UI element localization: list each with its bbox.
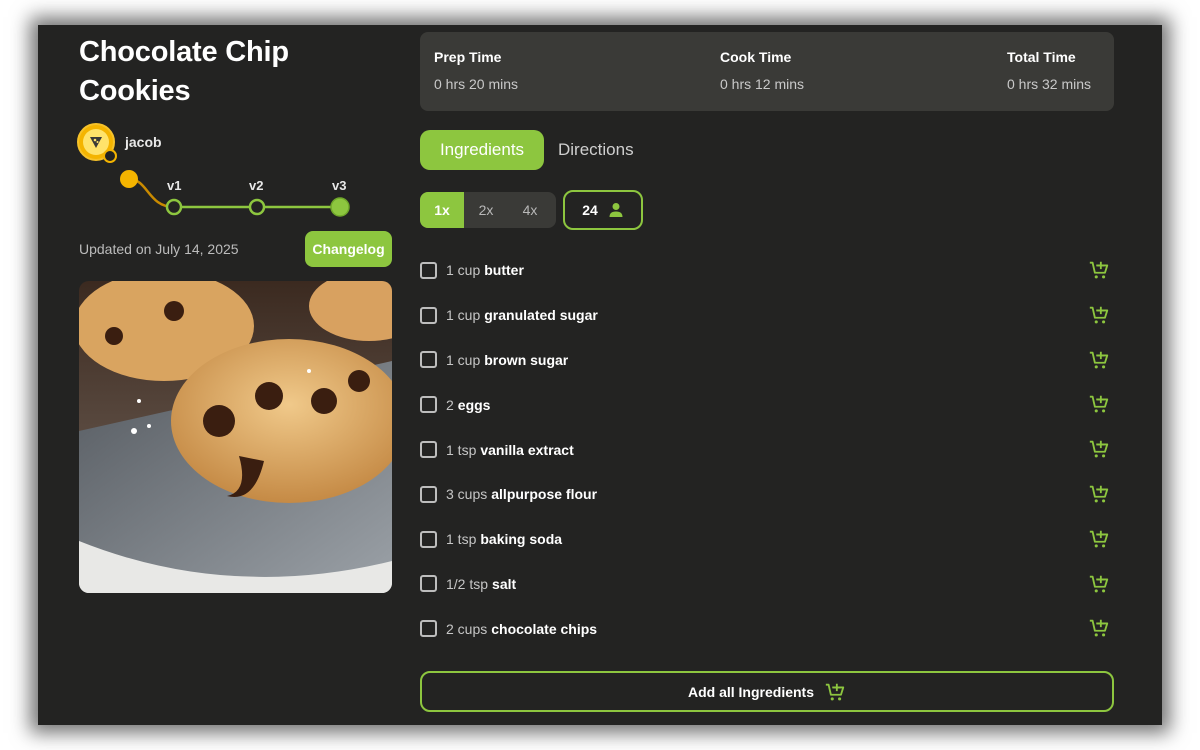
ingredient-quantity: 1 cup bbox=[446, 307, 481, 324]
list-item: 1 cup granulated sugar bbox=[420, 293, 1114, 338]
add-all-ingredients-button[interactable]: Add all Ingredients bbox=[420, 671, 1114, 712]
ingredient-text: 1 cup brown sugar bbox=[446, 352, 568, 368]
add-all-label: Add all Ingredients bbox=[687, 683, 814, 700]
ingredient-checkbox[interactable] bbox=[420, 441, 437, 459]
list-item: 1/2 tsp salt bbox=[420, 562, 1114, 607]
version-timeline-graphic bbox=[120, 170, 350, 217]
add-to-cart-icon[interactable] bbox=[1088, 528, 1110, 550]
ingredient-text: 2 cups chocolate chips bbox=[446, 621, 597, 637]
cook-time-label: Cook Time bbox=[720, 49, 792, 65]
ingredient-name: granulated sugar bbox=[484, 307, 598, 324]
ingredient-name: baking soda bbox=[480, 531, 563, 548]
add-to-cart-icon bbox=[825, 683, 845, 700]
list-item: 1 tsp vanilla extract bbox=[420, 427, 1114, 472]
prep-time-label: Prep Time bbox=[434, 49, 502, 65]
scale-2x-button[interactable]: 2x bbox=[464, 192, 508, 228]
ingredient-quantity: 2 bbox=[446, 396, 454, 413]
ingredient-checkbox[interactable] bbox=[420, 575, 437, 593]
version-node-v1[interactable] bbox=[165, 198, 183, 216]
ingredient-checkbox[interactable] bbox=[420, 351, 437, 369]
changelog-button[interactable]: Changelog bbox=[305, 231, 392, 267]
ingredient-quantity: 2 cups bbox=[446, 620, 488, 637]
version-label-v2[interactable]: v2 bbox=[249, 178, 263, 193]
list-item: 1 tsp baking soda bbox=[420, 517, 1114, 562]
ingredient-quantity: 1 tsp bbox=[446, 531, 477, 548]
total-time: Total Time 0 hrs 32 mins bbox=[1007, 49, 1091, 92]
tab-directions[interactable]: Directions bbox=[558, 130, 634, 170]
add-to-cart-icon[interactable] bbox=[1088, 259, 1110, 281]
ingredient-quantity: 1 cup bbox=[446, 351, 481, 368]
version-label-v3[interactable]: v3 bbox=[332, 178, 346, 193]
tab-ingredients[interactable]: Ingredients bbox=[420, 130, 544, 170]
person-icon bbox=[609, 203, 623, 217]
total-time-value: 0 hrs 32 mins bbox=[1007, 76, 1092, 92]
ingredient-name: brown sugar bbox=[484, 351, 569, 368]
ingredient-quantity: 1/2 tsp bbox=[446, 575, 489, 592]
ingredient-name: butter bbox=[484, 262, 524, 279]
add-to-cart-icon[interactable] bbox=[1088, 304, 1110, 326]
recipe-photo bbox=[79, 281, 392, 593]
ingredient-checkbox[interactable] bbox=[420, 530, 437, 548]
add-to-cart-icon[interactable] bbox=[1088, 349, 1110, 371]
list-item: 2 eggs bbox=[420, 382, 1114, 427]
prep-time-value: 0 hrs 20 mins bbox=[434, 76, 519, 92]
version-label-v1[interactable]: v1 bbox=[167, 178, 181, 193]
ingredient-text: 1 cup granulated sugar bbox=[446, 307, 598, 323]
ingredient-text: 1/2 tsp salt bbox=[446, 576, 516, 592]
version-node-v2[interactable] bbox=[248, 198, 266, 216]
ingredient-name: allpurpose flour bbox=[491, 486, 598, 503]
ingredient-list: 1 cup butter 1 cup granulated sugar 1 cup bro… bbox=[420, 248, 1114, 651]
recipe-page: Chocolate Chip Cookies jacob v1 v2 v3 Up… bbox=[38, 25, 1162, 725]
author-name: jacob bbox=[125, 134, 162, 150]
add-to-cart-icon[interactable] bbox=[1088, 573, 1110, 595]
total-time-label: Total Time bbox=[1007, 49, 1076, 65]
add-to-cart-icon[interactable] bbox=[1088, 438, 1110, 460]
version-node-v3[interactable] bbox=[330, 197, 350, 217]
scale-4x-button[interactable]: 4x bbox=[508, 192, 552, 228]
ingredient-checkbox[interactable] bbox=[420, 396, 437, 414]
list-item: 3 cups allpurpose flour bbox=[420, 472, 1114, 517]
add-to-cart-icon[interactable] bbox=[1088, 617, 1110, 639]
ingredient-checkbox[interactable] bbox=[420, 306, 437, 324]
ingredient-quantity: 3 cups bbox=[446, 486, 488, 503]
add-to-cart-icon[interactable] bbox=[1088, 483, 1110, 505]
servings-count: 24 bbox=[582, 202, 598, 218]
ingredient-checkbox[interactable] bbox=[420, 261, 437, 279]
ingredient-text: 1 cup butter bbox=[446, 262, 524, 278]
ingredient-checkbox[interactable] bbox=[420, 620, 437, 638]
add-to-cart-icon[interactable] bbox=[1088, 393, 1110, 415]
list-item: 1 cup butter bbox=[420, 248, 1114, 293]
ingredient-name: salt bbox=[492, 575, 517, 592]
list-item: 2 cups chocolate chips bbox=[420, 606, 1114, 651]
prep-time: Prep Time 0 hrs 20 mins bbox=[434, 49, 518, 92]
hand-badge-icon bbox=[103, 149, 117, 163]
updated-date: Updated on July 14, 2025 bbox=[79, 241, 239, 257]
cook-time: Cook Time 0 hrs 12 mins bbox=[720, 49, 804, 92]
recipe-title: Chocolate Chip Cookies bbox=[79, 36, 289, 107]
list-item: 1 cup brown sugar bbox=[420, 338, 1114, 383]
ingredient-quantity: 1 cup bbox=[446, 262, 481, 279]
time-summary-panel: Prep Time 0 hrs 20 mins Cook Time 0 hrs … bbox=[420, 32, 1114, 111]
version-origin-node[interactable] bbox=[120, 170, 138, 188]
scale-1x-button[interactable]: 1x bbox=[420, 192, 464, 228]
ingredient-name: eggs bbox=[457, 396, 491, 413]
ingredient-text: 3 cups allpurpose flour bbox=[446, 486, 597, 502]
version-timeline: v1 v2 v3 bbox=[118, 167, 358, 217]
ingredient-text: 1 tsp baking soda bbox=[446, 531, 562, 547]
scale-selector: 1x 2x 4x bbox=[420, 192, 556, 228]
ingredient-text: 2 eggs bbox=[446, 397, 490, 413]
ingredient-text: 1 tsp vanilla extract bbox=[446, 442, 574, 458]
ingredient-name: vanilla extract bbox=[480, 441, 574, 458]
ingredient-quantity: 1 tsp bbox=[446, 441, 477, 458]
servings-control[interactable]: 24 bbox=[563, 190, 643, 230]
avatar bbox=[77, 123, 117, 163]
ingredient-name: chocolate chips bbox=[491, 620, 598, 637]
cook-time-value: 0 hrs 12 mins bbox=[720, 76, 805, 92]
author[interactable]: jacob bbox=[77, 123, 162, 163]
ingredient-checkbox[interactable] bbox=[420, 485, 437, 503]
